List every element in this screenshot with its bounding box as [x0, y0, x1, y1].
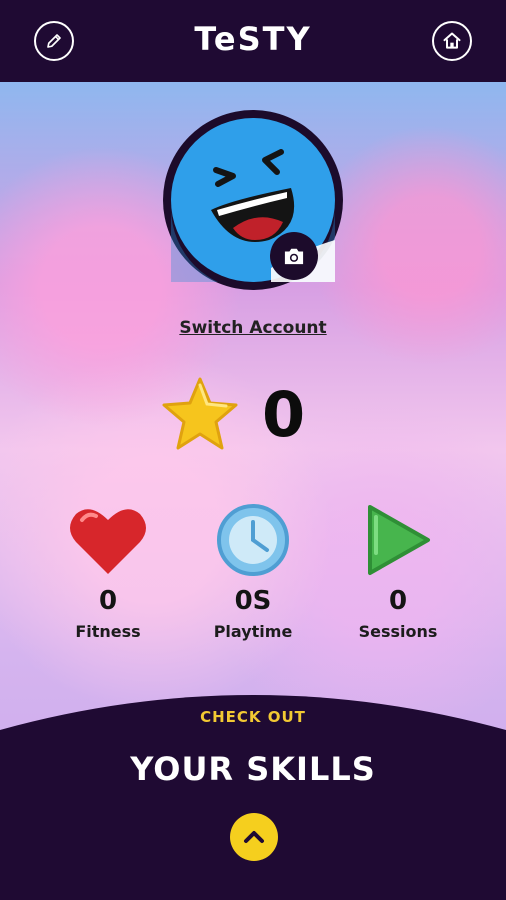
chevron-up-icon [244, 831, 264, 843]
fitness-label: Fitness [75, 622, 141, 641]
fitness-value: 0 [98, 586, 118, 616]
play-icon [368, 505, 430, 575]
change-photo-button[interactable] [270, 232, 318, 280]
heart-icon [70, 509, 146, 574]
sessions-label: Sessions [358, 622, 438, 641]
stat-sessions: 0 Sessions [338, 500, 458, 641]
playtime-label: Playtime [213, 622, 293, 641]
sessions-value: 0 [388, 586, 408, 616]
app-title: TeSTY [194, 20, 312, 58]
star-icon [162, 377, 238, 450]
expand-skills-button[interactable] [230, 813, 278, 861]
stat-fitness: 0 Fitness [48, 500, 168, 641]
star-score [160, 375, 360, 455]
check-out-label: CHECK OUT [200, 708, 306, 726]
playtime-value: 0S [234, 586, 272, 616]
home-button[interactable] [432, 21, 472, 61]
home-icon [443, 32, 461, 49]
your-skills-title: YOUR SKILLS [130, 750, 376, 788]
profile-avatar-container [163, 110, 343, 290]
clock-icon [217, 504, 289, 576]
stat-playtime: 0S Playtime [193, 500, 313, 641]
star-count: 0 [262, 378, 305, 451]
top-bar: TeSTY [0, 0, 506, 82]
camera-icon [284, 248, 304, 265]
switch-account-link[interactable]: Switch Account [0, 318, 506, 338]
